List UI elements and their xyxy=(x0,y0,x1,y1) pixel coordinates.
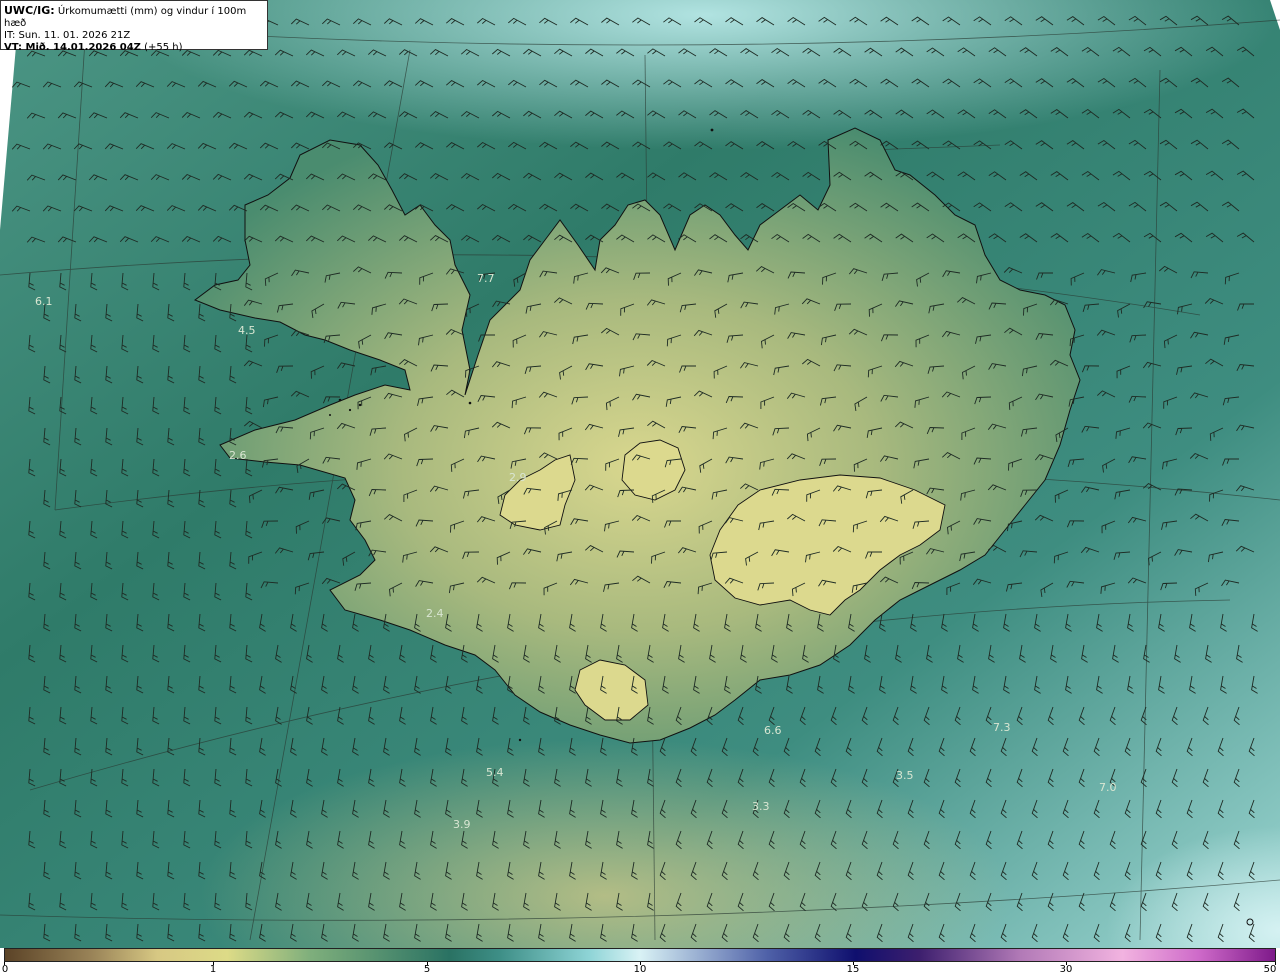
value-label: 2.6 xyxy=(229,449,247,462)
value-label: 3.5 xyxy=(896,769,914,782)
map-canvas: 6.1 4.5 7.7 2.6 2.9 2.4 6.6 7.3 5.4 3.5 … xyxy=(0,0,1280,948)
colorbar-legend: 0 1 5 10 15 30 50 xyxy=(0,948,1280,978)
value-label: 4.5 xyxy=(238,324,256,337)
colorbar-tick-label: 0 xyxy=(1,964,9,975)
map-header: UWC/IG: Úrkomumætti (mm) og vindur í 100… xyxy=(0,0,268,53)
value-label: 2.4 xyxy=(426,607,444,620)
forecast-map: 6.1 4.5 7.7 2.6 2.9 2.4 6.6 7.3 5.4 3.5 … xyxy=(0,0,1280,948)
colorbar-tick-label: 30 xyxy=(1059,964,1073,975)
value-label: 7.0 xyxy=(1099,781,1117,794)
value-label: 6.1 xyxy=(35,295,53,308)
forecast-lead: (+55 h) xyxy=(140,42,183,53)
value-label: 7.3 xyxy=(993,721,1011,734)
value-label: 6.6 xyxy=(764,724,782,737)
valid-time: VT: Mið. 14.01.2026 04Z xyxy=(4,42,141,53)
colorbar-tick-label: 5 xyxy=(423,964,431,975)
value-label: 2.9 xyxy=(509,471,527,484)
value-label: 5.4 xyxy=(486,766,504,779)
colorbar-tick-label: 50 xyxy=(1263,964,1277,975)
colorbar-tick-label: 15 xyxy=(846,964,860,975)
map-title: UWC/IG: Úrkomumætti (mm) og vindur í 100… xyxy=(4,5,264,30)
value-label: 7.7 xyxy=(477,272,495,285)
value-label: 3.3 xyxy=(752,800,770,813)
value-label: 3.9 xyxy=(453,818,471,831)
init-time: IT: Sun. 11. 01. 2026 21Z xyxy=(4,30,131,41)
valid-time-line: VT: Mið. 14.01.2026 04Z (+55 h) xyxy=(4,42,264,54)
model-name: UWC/IG: xyxy=(4,4,55,17)
colorbar xyxy=(4,948,1276,962)
colorbar-tick-label: 1 xyxy=(209,964,217,975)
colorbar-tick-label: 10 xyxy=(633,964,647,975)
